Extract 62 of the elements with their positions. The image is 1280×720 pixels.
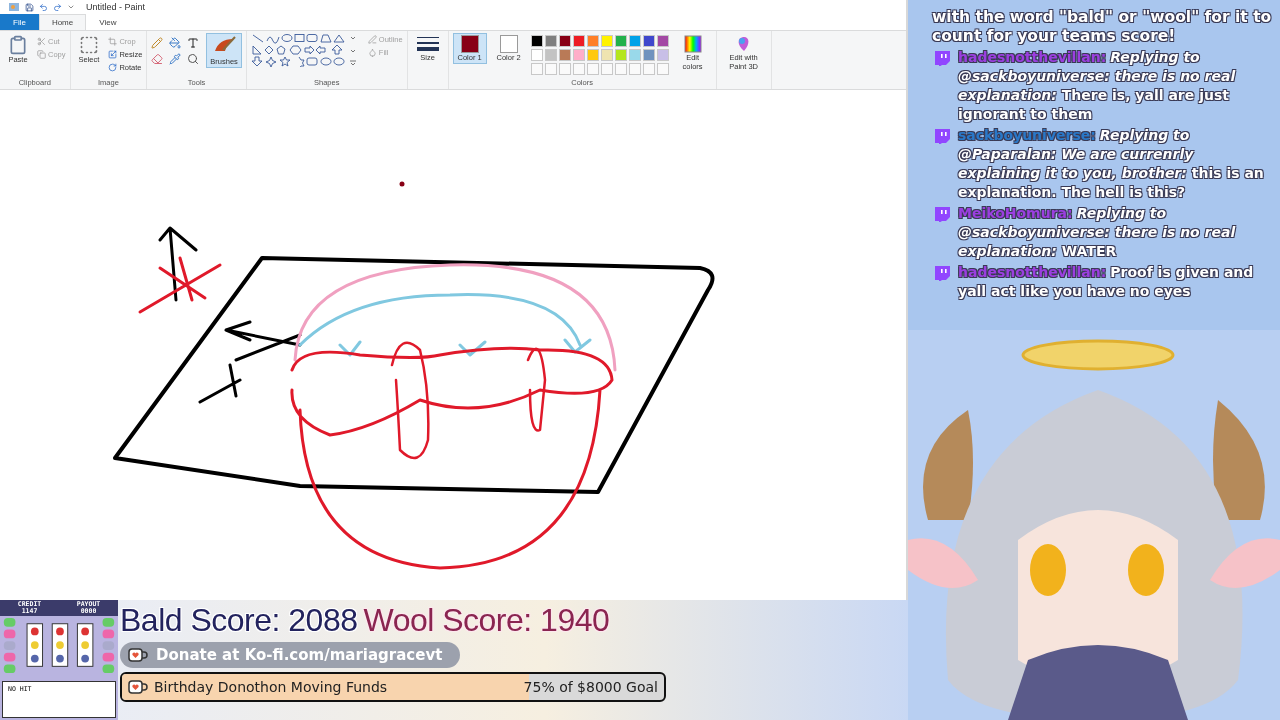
palette-color[interactable] (558, 49, 571, 61)
copy-icon (37, 49, 46, 59)
team-score: Bald Score: 2088 (120, 602, 358, 638)
chat-badge-icon (932, 206, 952, 222)
coffee-cup-icon (128, 679, 148, 695)
pencil-icon (151, 37, 164, 49)
palette-color[interactable] (628, 49, 641, 61)
chat-badge-icon (932, 265, 952, 281)
ribbon-tab[interactable]: Home (38, 14, 87, 30)
selection-icon (78, 35, 99, 55)
crop-icon (108, 36, 118, 46)
palette-color[interactable] (600, 49, 613, 61)
magnifier-icon (187, 53, 200, 65)
resize-icon (108, 49, 118, 59)
fill-icon (367, 47, 377, 57)
palette-color[interactable] (600, 35, 613, 47)
palette-color[interactable] (572, 49, 585, 61)
color-picker-icon (169, 53, 182, 65)
color-spectrum-icon (683, 35, 702, 53)
ribbon-tab[interactable]: View (86, 14, 130, 30)
chat-message: hadesnotthevillan: Proof is given and yall act like you have no eyes (958, 263, 1255, 301)
team-score: Wool Score: 1940 (363, 602, 610, 638)
palette-color[interactable] (628, 35, 641, 47)
chat-message: MeikoHomura: Replying to @sackboyuniverse: there is no real explanation: WATER (958, 204, 1237, 261)
undo-icon (39, 2, 48, 12)
chat-message: hadesnotthevillan: Replying to @sackboyuniverse: there is no real explanation: There is, yall are just ignorant to them (958, 48, 1237, 124)
text-icon (187, 37, 200, 49)
chat-notice: with the word "bald" or "wool" for it to count for your teams score! (932, 8, 1273, 46)
palette-color[interactable] (572, 35, 585, 47)
palette-color[interactable] (642, 49, 655, 61)
eraser-icon (151, 53, 164, 65)
paint-bucket-icon (169, 37, 182, 49)
palette-color[interactable] (530, 49, 543, 61)
chat-badge-icon (932, 50, 952, 66)
dropdown-icon (67, 3, 75, 11)
outline-icon (367, 34, 377, 44)
chat-badge-icon (932, 128, 952, 144)
palette-color[interactable] (614, 35, 627, 47)
rotate-icon (108, 62, 118, 72)
palette-color[interactable] (642, 35, 655, 47)
goal-reading: 75% of $8000 Goal (523, 679, 658, 695)
palette-color[interactable] (586, 35, 599, 47)
paste-icon (8, 35, 28, 55)
coffee-cup-icon (128, 647, 148, 663)
window-title: Untitled - Paint (86, 2, 146, 12)
palette-color[interactable] (558, 35, 571, 47)
palette-color[interactable] (586, 49, 599, 61)
chat-message: sackboyuniverse: Replying to @Paparalan: We are currenrly explaining it to you, brother: this is an explanation. The hell is this? (958, 126, 1265, 202)
palette-color[interactable] (614, 49, 627, 61)
palette-color[interactable] (656, 49, 669, 61)
line-width-icon (415, 35, 440, 53)
paint-app-icon (8, 2, 20, 12)
goal-label: Birthday Donothon Moving Funds (154, 679, 388, 695)
donate-text: Donate at Ko-fi.com/mariagracevt (156, 646, 443, 664)
scissors-icon (37, 36, 46, 46)
file-menu-tab[interactable]: File (0, 14, 39, 30)
palette-color[interactable] (544, 35, 557, 47)
palette-color[interactable] (656, 35, 669, 47)
redo-icon (53, 2, 62, 12)
palette-color[interactable] (530, 35, 543, 47)
palette-color[interactable] (544, 49, 557, 61)
save-icon (25, 2, 34, 12)
